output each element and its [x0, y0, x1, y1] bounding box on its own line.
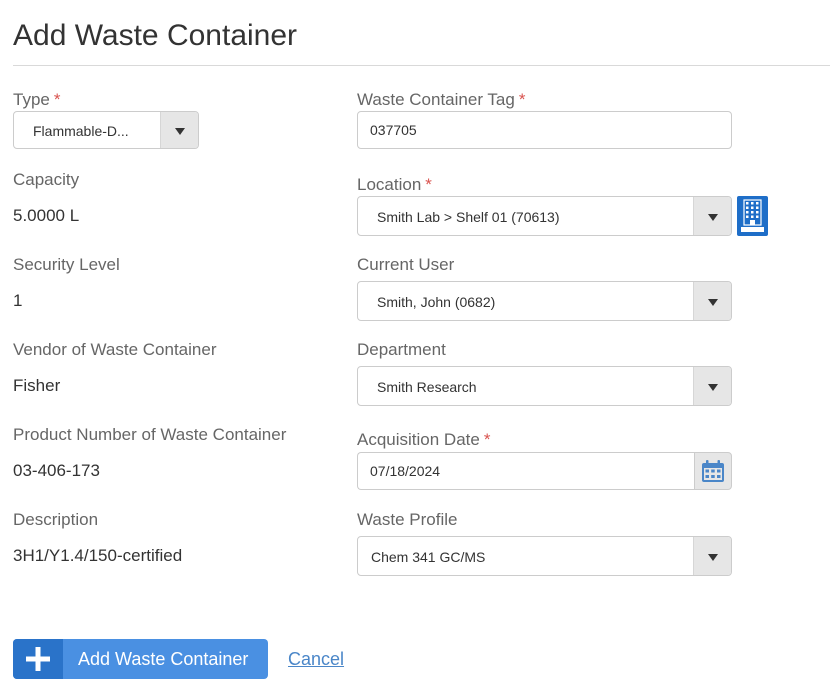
required-marker: *	[518, 90, 526, 109]
current-user-label: Current User	[357, 255, 455, 274]
security-level-label: Security Level	[13, 255, 120, 274]
location-label-text: Location	[357, 175, 422, 194]
acquisition-date-input[interactable]: 07/18/2024	[357, 452, 695, 490]
location-select[interactable]: Smith Lab > Shelf 01 (70613)	[357, 196, 732, 236]
security-level-value: 1	[13, 291, 23, 310]
chevron-down-icon	[708, 299, 718, 306]
department-select-toggle[interactable]	[693, 367, 731, 405]
chevron-down-icon	[708, 554, 718, 561]
required-marker: *	[53, 90, 61, 109]
location-select-toggle[interactable]	[693, 197, 731, 235]
chevron-down-icon	[708, 214, 718, 221]
cancel-link[interactable]: Cancel	[288, 648, 344, 670]
tag-input[interactable]: 037705	[357, 111, 732, 149]
waste-profile-select-toggle[interactable]	[693, 537, 731, 575]
current-user-select[interactable]: Smith, John (0682)	[357, 281, 732, 321]
location-select-value: Smith Lab > Shelf 01 (70613)	[377, 209, 560, 225]
type-label-text: Type	[13, 90, 50, 109]
acquisition-date-field: 07/18/2024	[357, 452, 732, 490]
type-select[interactable]: Flammable-D...	[13, 111, 199, 149]
calendar-icon	[702, 460, 724, 482]
product-number-label: Product Number of Waste Container	[13, 425, 287, 444]
calendar-button[interactable]	[694, 452, 732, 490]
add-waste-container-button[interactable]: Add Waste Container	[13, 639, 268, 679]
add-waste-container-label: Add Waste Container	[78, 649, 249, 669]
chevron-down-icon	[175, 128, 185, 135]
department-select-value: Smith Research	[377, 379, 477, 395]
location-label: Location *	[357, 175, 432, 195]
type-select-value: Flammable-D...	[33, 123, 129, 139]
waste-profile-select[interactable]: Chem 341 GC/MS	[357, 536, 732, 576]
title-divider	[13, 65, 830, 66]
building-icon	[741, 199, 764, 232]
type-select-toggle[interactable]	[160, 112, 198, 148]
capacity-label: Capacity	[13, 170, 80, 189]
description-label: Description	[13, 510, 99, 529]
description-value: 3H1/Y1.4/150-certified	[13, 546, 183, 565]
vendor-label: Vendor of Waste Container	[13, 340, 217, 359]
required-marker: *	[483, 430, 491, 449]
waste-profile-select-value: Chem 341 GC/MS	[371, 549, 486, 565]
type-label: Type *	[13, 90, 60, 110]
tag-label: Waste Container Tag *	[357, 90, 525, 110]
required-marker: *	[425, 175, 432, 194]
current-user-select-toggle[interactable]	[693, 282, 731, 320]
page-title: Add Waste Container	[13, 19, 298, 52]
acquisition-date-label: Acquisition Date *	[357, 430, 490, 450]
plus-icon-box	[13, 639, 63, 679]
location-picker-button[interactable]	[737, 196, 768, 236]
waste-profile-label: Waste Profile	[357, 510, 458, 529]
chevron-down-icon	[708, 384, 718, 391]
tag-label-text: Waste Container Tag	[357, 90, 515, 109]
capacity-value: 5.0000 L	[13, 206, 80, 225]
product-number-value: 03-406-173	[13, 461, 100, 480]
plus-icon	[26, 647, 50, 671]
vendor-value: Fisher	[13, 376, 61, 395]
acquisition-date-label-text: Acquisition Date	[357, 430, 480, 449]
current-user-select-value: Smith, John (0682)	[377, 294, 496, 310]
department-select[interactable]: Smith Research	[357, 366, 732, 406]
department-label: Department	[357, 340, 446, 359]
